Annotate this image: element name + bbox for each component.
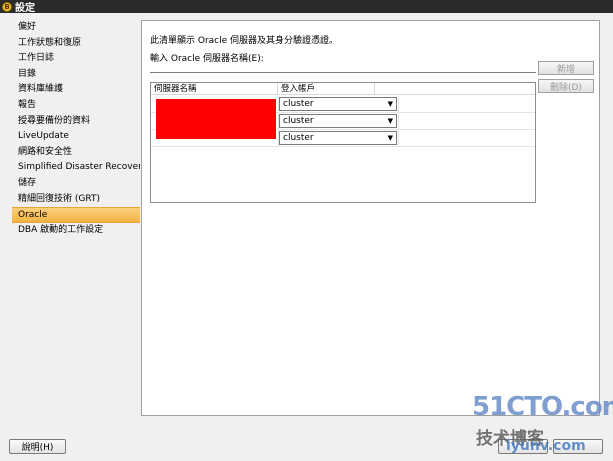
table-header: 伺服器名稱 登入帳戶 [151, 83, 535, 95]
nav-item-reports[interactable]: 報告 [12, 98, 140, 114]
column-header-empty [375, 83, 535, 95]
column-divider [398, 96, 399, 147]
delete-button[interactable]: 刪除(D) [538, 79, 594, 93]
settings-nav: 偏好 工作狀態和復原 工作日誌 目錄 資料庫維護 報告 授尋要備份的資料 Liv… [12, 20, 140, 420]
login-account-select[interactable]: cluster ▼ [279, 97, 397, 111]
nav-item-dba-job-settings[interactable]: DBA 啟動的工作設定 [12, 223, 140, 239]
login-account-value: cluster [283, 133, 314, 143]
nav-item-simplified-disaster-recovery[interactable]: Simplified Disaster Recovery [12, 160, 140, 176]
cancel-button[interactable] [553, 439, 603, 454]
redacted-server-names [156, 99, 276, 139]
column-header-server-name[interactable]: 伺服器名稱 [151, 83, 278, 95]
login-account-value: cluster [283, 99, 314, 109]
server-table: 伺服器名稱 登入帳戶 cluster ▼ cluster ▼ cluster ▼ [150, 82, 536, 203]
server-name-input[interactable] [150, 62, 536, 73]
window-title: 設定 [15, 3, 35, 14]
nav-item-job-logs[interactable]: 工作日誌 [12, 51, 140, 67]
nav-item-job-status-recovery[interactable]: 工作狀態和復原 [12, 36, 140, 52]
login-account-select[interactable]: cluster ▼ [279, 114, 397, 128]
nav-item-network-security[interactable]: 網路和安全性 [12, 145, 140, 161]
nav-item-oracle[interactable]: Oracle [12, 207, 140, 223]
dropdown-arrow-icon: ▼ [387, 134, 393, 142]
nav-item-grt[interactable]: 精細回復技術 (GRT) [12, 192, 140, 208]
nav-item-preferences[interactable]: 偏好 [12, 20, 140, 36]
dropdown-arrow-icon: ▼ [387, 117, 393, 125]
dropdown-arrow-icon: ▼ [387, 100, 393, 108]
oracle-settings-panel: 此清單顯示 Oracle 伺服器及其身分驗證憑證。 輸入 Oracle 伺服器名… [141, 20, 600, 416]
help-button[interactable]: 說明(H) [9, 439, 66, 454]
login-account-value: cluster [283, 116, 314, 126]
login-account-select[interactable]: cluster ▼ [279, 131, 397, 145]
nav-item-catalog[interactable]: 目錄 [12, 67, 140, 83]
nav-item-liveupdate[interactable]: LiveUpdate [12, 129, 140, 145]
column-header-login-account[interactable]: 登入帳戶 [278, 83, 375, 95]
nav-item-database-maintenance[interactable]: 資料庫維護 [12, 82, 140, 98]
title-bar: B 設定 [0, 0, 613, 14]
panel-description: 此清單顯示 Oracle 伺服器及其身分驗證憑證。 [150, 36, 339, 46]
app-logo-icon: B [2, 1, 12, 12]
nav-item-discover-data[interactable]: 授尋要備份的資料 [12, 114, 140, 130]
nav-item-storage[interactable]: 儲存 [12, 176, 140, 192]
ok-button[interactable] [498, 439, 548, 454]
add-button[interactable]: 新增 [538, 61, 594, 75]
